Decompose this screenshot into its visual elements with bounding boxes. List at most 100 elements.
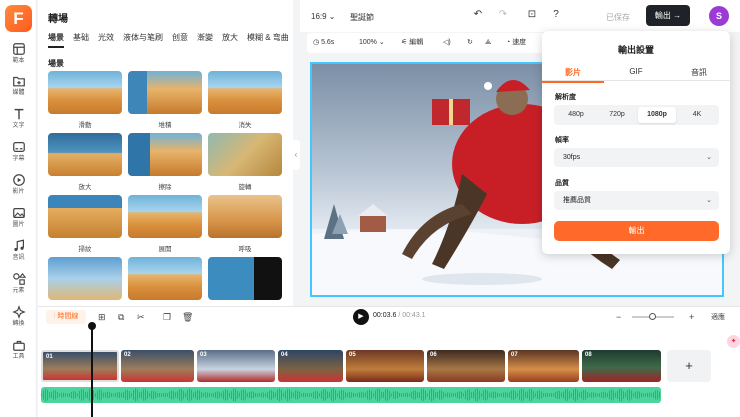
media-icon bbox=[12, 76, 25, 87]
transition-tile[interactable]: 放大 bbox=[48, 133, 122, 191]
clip[interactable]: 08 bbox=[582, 350, 661, 382]
slider-knob[interactable] bbox=[649, 313, 656, 320]
transition-icon bbox=[11, 305, 26, 319]
rail-item-video[interactable]: 影片 bbox=[0, 173, 37, 203]
timeline-tab-label: 時間線 bbox=[57, 313, 79, 320]
transition-tile[interactable]: 旋轉 bbox=[208, 133, 282, 191]
edit-label: 編輯 bbox=[409, 39, 424, 46]
scissors-icon[interactable]: ✂ bbox=[137, 311, 145, 323]
subtitle-icon bbox=[12, 142, 25, 152]
transition-thumbnail bbox=[48, 195, 122, 238]
speed-control[interactable]: ◔ 速度 bbox=[506, 37, 526, 49]
tab-scene[interactable]: 場景 bbox=[48, 32, 64, 48]
transition-tile[interactable]: 消失 bbox=[208, 71, 282, 129]
aspect-ratio-select[interactable]: 16:9 ⌄ bbox=[311, 12, 336, 21]
tab-video[interactable]: 影片 bbox=[542, 67, 604, 83]
transition-tile[interactable]: 展開 bbox=[128, 195, 202, 253]
rail-item-elements[interactable]: 元素 bbox=[0, 272, 37, 302]
transition-tile[interactable] bbox=[208, 257, 282, 305]
volume-icon[interactable]: ◁) bbox=[443, 37, 451, 49]
tab-creative[interactable]: 创意 bbox=[172, 32, 188, 43]
resolution-option[interactable]: 4K bbox=[678, 107, 716, 123]
transition-tile[interactable]: 呼吸 bbox=[208, 195, 282, 253]
clip[interactable]: 01 bbox=[41, 350, 119, 382]
transition-tile[interactable] bbox=[128, 257, 202, 305]
tab-gif[interactable]: GIF bbox=[605, 67, 667, 76]
duration-control[interactable]: ◷ 5.6s bbox=[313, 37, 334, 49]
project-title[interactable]: 聖誕節 bbox=[350, 12, 374, 23]
export-button[interactable]: 輸出 → bbox=[646, 5, 690, 26]
tab-basic[interactable]: 基础 bbox=[73, 32, 89, 43]
section-heading: 場景 bbox=[48, 59, 64, 68]
rail-item-tools[interactable]: 工具 bbox=[0, 338, 37, 368]
rail-item-transitions[interactable]: 轉換 bbox=[0, 305, 37, 335]
resolution-option-selected[interactable]: 1080p bbox=[638, 107, 676, 123]
transition-thumbnail bbox=[48, 71, 122, 114]
collapse-panel-handle[interactable]: ‹ bbox=[292, 140, 300, 170]
trash-icon[interactable]: 🗑 bbox=[182, 311, 193, 323]
tab-gradient[interactable]: 漸變 bbox=[197, 32, 213, 43]
duplicate-icon[interactable]: ❐ bbox=[163, 311, 171, 323]
rail-item-text[interactable]: 文字 bbox=[0, 107, 37, 137]
playhead[interactable] bbox=[91, 326, 93, 417]
transition-tile[interactable]: 堆積 bbox=[128, 71, 202, 129]
confirm-export-button[interactable]: 輸出 bbox=[554, 221, 719, 241]
avatar[interactable]: S bbox=[709, 6, 729, 26]
clip[interactable]: 07 bbox=[508, 350, 579, 382]
add-clip-button[interactable]: + bbox=[667, 350, 711, 382]
chevron-down-icon: ⌄ bbox=[706, 197, 712, 204]
quality-value: 推薦品質 bbox=[563, 197, 591, 204]
rail-item-media[interactable]: 媒體 bbox=[0, 74, 37, 104]
template-icon bbox=[12, 43, 25, 55]
clock-icon: ◷ bbox=[313, 39, 320, 46]
zoom-select[interactable]: 100% ⌄ bbox=[359, 37, 385, 49]
transition-tile[interactable]: 滑動 bbox=[48, 71, 122, 129]
resolution-option[interactable]: 480p bbox=[557, 107, 595, 123]
help-icon[interactable]: ? bbox=[548, 7, 564, 23]
tab-zoom[interactable]: 放大 bbox=[222, 32, 238, 43]
rail-item-audio[interactable]: 音訊 bbox=[0, 239, 37, 269]
quality-dropdown[interactable]: 推薦品質 ⌄ bbox=[554, 191, 719, 210]
add-icon[interactable]: ⊞ bbox=[98, 311, 106, 323]
zoom-out-icon[interactable]: − bbox=[616, 311, 621, 323]
rail-item-subtitles[interactable]: 字幕 bbox=[0, 140, 37, 170]
audio-track[interactable] bbox=[41, 387, 661, 403]
tab-light[interactable]: 光效 bbox=[98, 32, 114, 43]
rotate-icon[interactable]: ↻ bbox=[467, 37, 473, 49]
flip-icon[interactable]: ⟁ bbox=[485, 37, 491, 49]
rail-item-templates[interactable]: 範本 bbox=[0, 42, 37, 72]
split-icon[interactable]: ⧉ bbox=[118, 311, 124, 323]
clip[interactable]: 06 bbox=[427, 350, 505, 382]
redo-icon[interactable]: ↷ bbox=[495, 7, 511, 23]
clip-toolbar: ◷ 5.6s 100% ⌄ ⚟ 編輯 ◁) ↻ ⟁ ◔ 速度 bbox=[307, 33, 547, 53]
rail-item-images[interactable]: 圖片 bbox=[0, 206, 37, 236]
clip-number: 06 bbox=[430, 352, 437, 358]
rail-label: 元素 bbox=[12, 288, 25, 294]
tab-audio[interactable]: 音訊 bbox=[668, 67, 730, 78]
fps-dropdown[interactable]: 30fps ⌄ bbox=[554, 148, 719, 167]
transition-tile[interactable] bbox=[48, 257, 122, 305]
tab-liquid-brush[interactable]: 液体与笔刷 bbox=[123, 32, 163, 43]
undo-icon[interactable]: ↶ bbox=[470, 7, 486, 23]
transition-tile[interactable]: 擦除 bbox=[128, 133, 202, 191]
clip[interactable]: 02 bbox=[121, 350, 194, 382]
resolution-option[interactable]: 720p bbox=[598, 107, 636, 123]
fit-button[interactable]: 適應 bbox=[711, 312, 725, 324]
timeline-tab[interactable]: ⫶ 時間線 bbox=[46, 310, 86, 324]
left-rail: F 範本 媒體 文字 字幕 影片 圖片 音訊 元素 轉換 工具 bbox=[0, 0, 37, 417]
zoom-in-icon[interactable]: + bbox=[689, 311, 694, 323]
export-settings-panel: 輸出設置 影片 GIF 音訊 解析度 480p 720p 1080p 4K 幀率… bbox=[542, 31, 730, 254]
clip[interactable]: 03 bbox=[197, 350, 275, 382]
transition-tile[interactable]: 掃紋 bbox=[48, 195, 122, 253]
clip[interactable]: 04 bbox=[278, 350, 343, 382]
screen-capture-icon[interactable]: ⊡ bbox=[524, 7, 540, 23]
tab-blur-warp[interactable]: 模糊 & 弯曲 bbox=[247, 32, 289, 43]
notification-badge[interactable]: ✦ bbox=[727, 335, 740, 348]
play-button[interactable]: ▶ bbox=[353, 309, 369, 325]
timeline-zoom-slider[interactable] bbox=[632, 313, 674, 320]
app-logo[interactable]: F bbox=[5, 5, 32, 32]
edit-button[interactable]: ⚟ 編輯 bbox=[401, 37, 423, 49]
playhead-handle[interactable] bbox=[88, 322, 96, 330]
clip[interactable]: 05 bbox=[346, 350, 424, 382]
chevron-down-icon: ⌄ bbox=[706, 154, 712, 161]
